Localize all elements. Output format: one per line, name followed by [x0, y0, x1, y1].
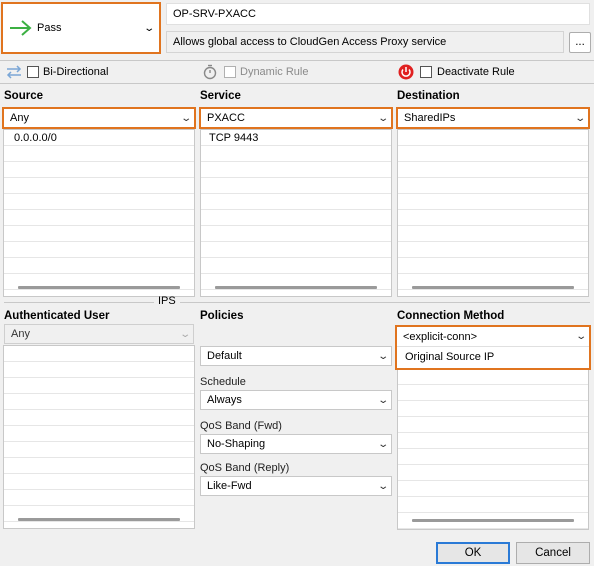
schedule-label: Schedule: [200, 376, 246, 388]
dynamic-rule-checkbox[interactable]: [224, 66, 236, 78]
bidirectional-checkbox[interactable]: [27, 66, 39, 78]
qos-fwd-select[interactable]: No-Shaping ⌄: [200, 434, 392, 454]
qos-reply-label: QoS Band (Reply): [200, 462, 290, 474]
destination-header: Destination: [397, 90, 460, 102]
list-item[interactable]: 0.0.0.0/0: [4, 130, 194, 146]
service-select[interactable]: PXACC ⌄: [199, 107, 393, 129]
connection-method-select[interactable]: <explicit-conn> ⌄: [397, 327, 589, 347]
source-list[interactable]: 0.0.0.0/0: [3, 129, 195, 297]
qos-reply-select[interactable]: Like-Fwd ⌄: [200, 476, 392, 496]
pass-arrow-icon: [9, 18, 33, 38]
chevron-down-icon: ⌄: [376, 480, 389, 492]
connection-method-selected-value: <explicit-conn>: [403, 330, 477, 343]
divider: [0, 60, 594, 61]
chevron-down-icon: ⌄: [376, 112, 389, 124]
destination-select[interactable]: SharedIPs ⌄: [396, 107, 590, 129]
more-button[interactable]: ...: [569, 32, 591, 53]
source-header: Source: [4, 90, 43, 102]
list-item[interactable]: TCP 9443: [201, 130, 391, 146]
policy-selected-value: Default: [207, 350, 242, 362]
timer-icon: [202, 64, 218, 83]
destination-list[interactable]: [397, 129, 589, 297]
ips-label: IPS: [158, 295, 176, 307]
bidirectional-icon: [5, 64, 23, 83]
authenticated-user-select[interactable]: Any ⌄: [4, 324, 194, 344]
connection-method-list[interactable]: [397, 368, 589, 530]
schedule-select[interactable]: Always ⌄: [200, 390, 392, 410]
scrollbar[interactable]: [412, 519, 574, 522]
chevron-down-icon: ⌄: [573, 112, 586, 124]
list-item[interactable]: Original Source IP: [397, 347, 589, 368]
dynamic-rule-label: Dynamic Rule: [240, 66, 309, 78]
divider: [4, 302, 154, 303]
divider: [180, 302, 590, 303]
policies-header: Policies: [200, 310, 244, 322]
scrollbar[interactable]: [215, 286, 377, 289]
authenticated-user-selected-value: Any: [11, 328, 30, 340]
authenticated-user-list[interactable]: [3, 345, 195, 529]
chevron-down-icon: ⌄: [376, 394, 389, 406]
action-selector[interactable]: Pass ⌄: [1, 2, 161, 54]
bidirectional-label: Bi-Directional: [43, 66, 109, 78]
action-label: Pass: [37, 22, 62, 34]
scrollbar[interactable]: [18, 518, 180, 521]
chevron-down-icon: ⌄: [179, 112, 192, 124]
qos-reply-selected-value: Like-Fwd: [207, 480, 252, 492]
qos-fwd-label: QoS Band (Fwd): [200, 420, 282, 432]
connection-method-highlight: <explicit-conn> ⌄ Original Source IP: [395, 325, 591, 370]
power-icon: [398, 64, 414, 83]
destination-selected-value: SharedIPs: [404, 112, 456, 124]
chevron-down-icon: ⌄: [574, 331, 587, 342]
rule-name-field[interactable]: OP-SRV-PXACC: [166, 3, 590, 25]
connection-method-header: Connection Method: [397, 310, 505, 322]
rule-description-field[interactable]: Allows global access to CloudGen Access …: [166, 31, 564, 53]
scrollbar[interactable]: [412, 286, 574, 289]
schedule-selected-value: Always: [207, 394, 242, 406]
chevron-down-icon: ⌄: [142, 22, 155, 34]
chevron-down-icon: ⌄: [376, 350, 389, 362]
cancel-button[interactable]: Cancel: [516, 542, 590, 564]
ok-button[interactable]: OK: [436, 542, 510, 564]
chevron-down-icon: ⌄: [178, 328, 191, 340]
scrollbar[interactable]: [18, 286, 180, 289]
divider: [0, 83, 594, 84]
authenticated-user-header: Authenticated User: [4, 310, 110, 322]
service-header: Service: [200, 90, 241, 102]
deactivate-rule-checkbox[interactable]: [420, 66, 432, 78]
policy-select[interactable]: Default ⌄: [200, 346, 392, 366]
service-list[interactable]: TCP 9443: [200, 129, 392, 297]
qos-fwd-selected-value: No-Shaping: [207, 438, 266, 450]
service-selected-value: PXACC: [207, 112, 245, 124]
source-selected-value: Any: [10, 112, 29, 124]
deactivate-rule-label: Deactivate Rule: [437, 66, 515, 78]
chevron-down-icon: ⌄: [376, 438, 389, 450]
source-select[interactable]: Any ⌄: [2, 107, 196, 129]
